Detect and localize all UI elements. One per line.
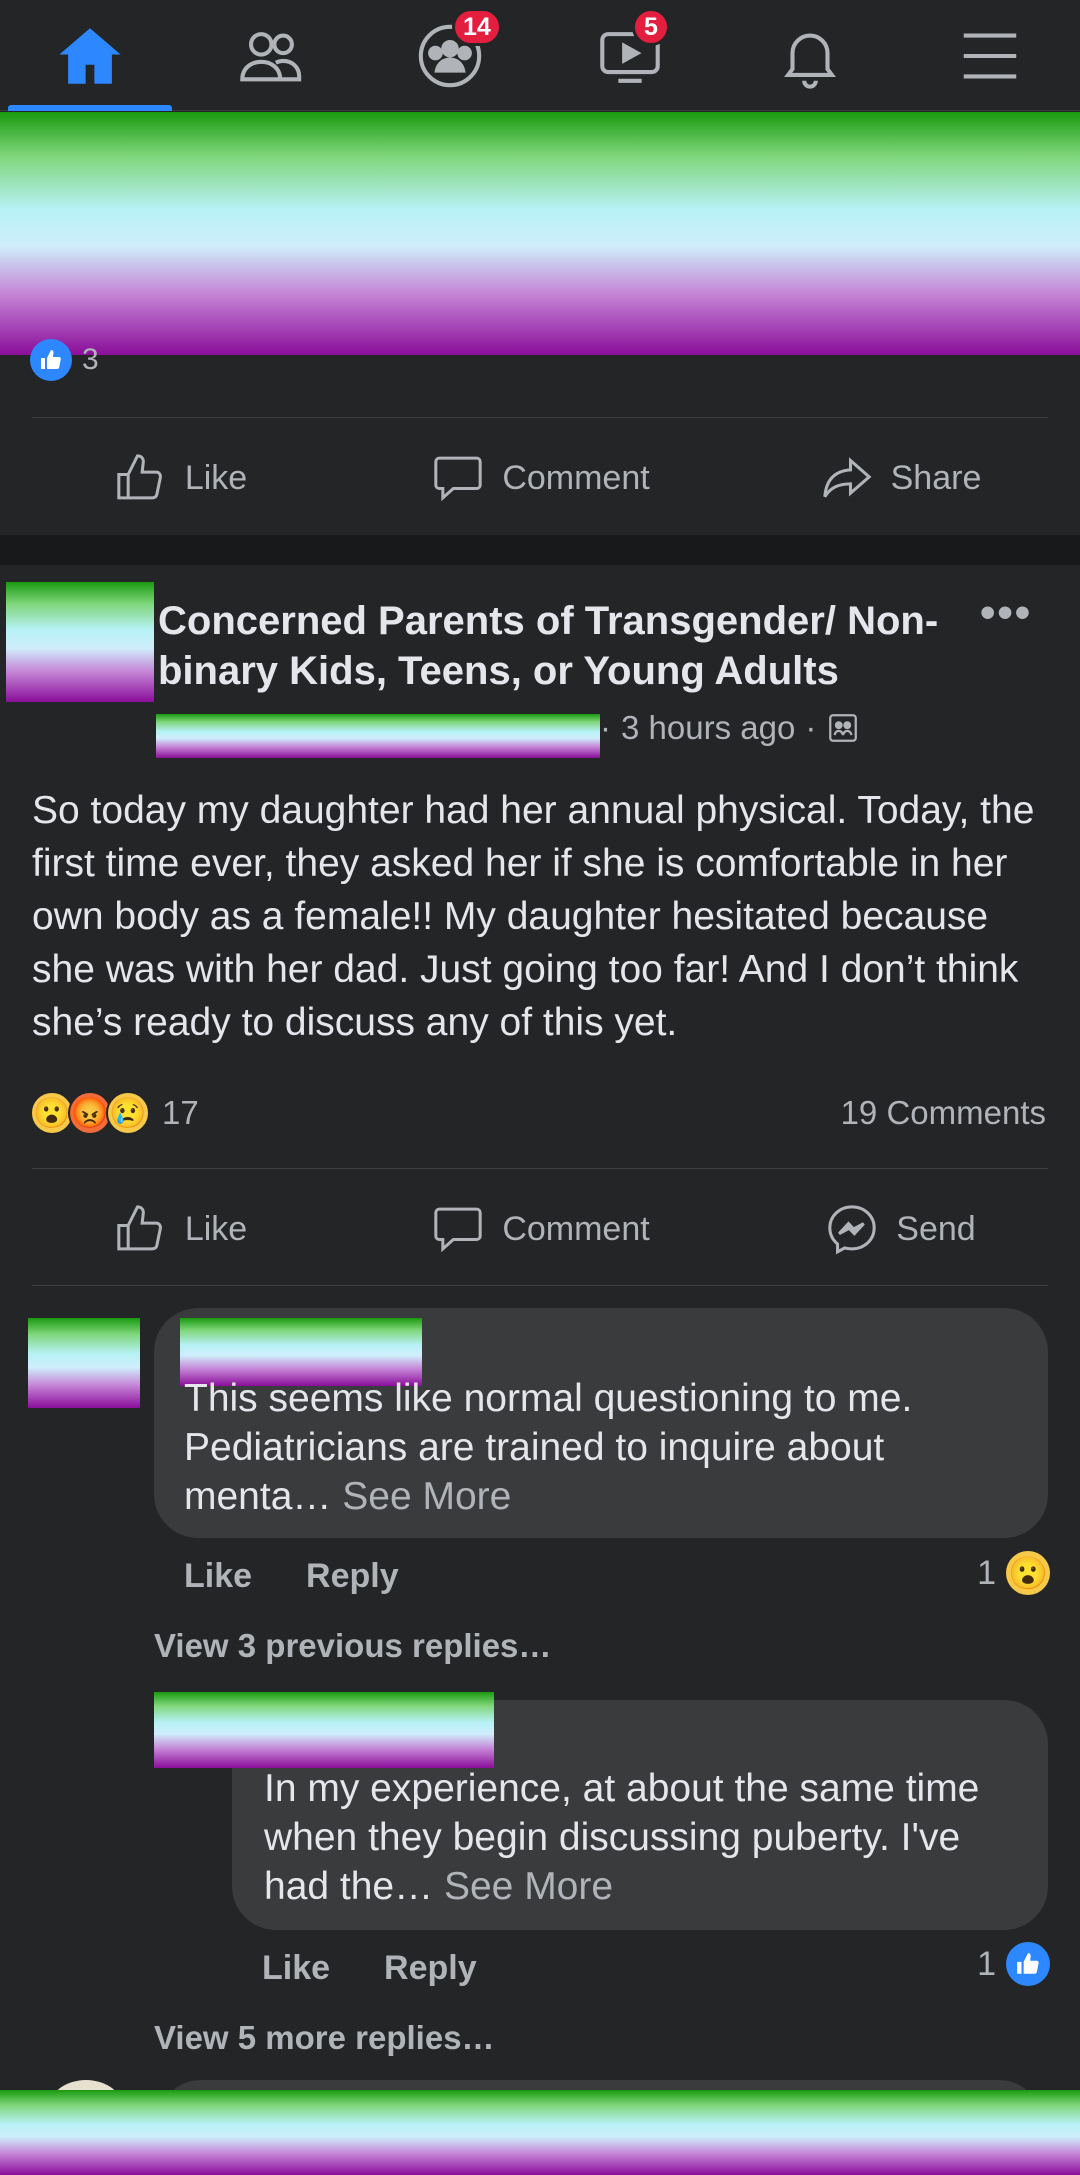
group-avatar[interactable] (6, 582, 154, 702)
comment-actions: Like Reply (184, 1557, 399, 1596)
nav-home[interactable] (0, 0, 180, 111)
reply-reaction-count: 1 (977, 1944, 996, 1983)
author-name-redacted[interactable] (156, 714, 600, 758)
top-nav: 14 5 (0, 0, 1080, 111)
prev-comment-button[interactable]: Comment (360, 423, 720, 533)
thumbs-up-icon (117, 454, 162, 500)
see-more-link[interactable]: See More (444, 1865, 613, 1908)
nav-watch[interactable]: 5 (540, 0, 720, 111)
prev-post-reactions[interactable]: 3 (30, 339, 99, 381)
comment-reaction-count: 1 (977, 1553, 996, 1592)
nav-groups[interactable]: 14 (360, 0, 540, 111)
see-more-link[interactable]: See More (342, 1475, 511, 1518)
divider (32, 1285, 1048, 1286)
facebook-feed: 14 5 3 Like Comment Share Concerned Pare… (0, 0, 1080, 2175)
redacted-banner (0, 112, 1080, 355)
messenger-icon (828, 1205, 876, 1255)
comment-button[interactable]: Comment (360, 1174, 720, 1284)
reply-reply-button[interactable]: Reply (384, 1949, 477, 1988)
share-icon (822, 457, 872, 498)
comment-icon (434, 1207, 482, 1253)
post-action-bar: Like Comment Send (0, 1174, 1080, 1284)
post-meta: · 3 hours ago · (600, 708, 860, 748)
like-label: Like (184, 1209, 248, 1248)
comment-text-content: This seems like normal questioning to me… (184, 1377, 913, 1518)
comment-text: This seems like normal questioning to me… (184, 1374, 1024, 1521)
send-label: Send (896, 1209, 976, 1248)
reactions-count: 17 (162, 1094, 199, 1131)
reply-text: In my experience, at about the same time… (264, 1764, 1024, 1911)
bell-icon (784, 33, 836, 89)
comment-label: Comment (502, 1209, 650, 1248)
prev-share-button[interactable]: Share (720, 423, 1080, 533)
comment-like-button[interactable]: Like (184, 1557, 252, 1596)
meta-dot: · (805, 709, 817, 746)
reply-actions: Like Reply (262, 1949, 477, 1988)
like-reaction-icon (1006, 1942, 1050, 1986)
comment-label: Comment (502, 458, 650, 497)
prev-post-reaction-count: 3 (82, 343, 99, 376)
comment-bubble: This seems like normal questioning to me… (154, 1308, 1048, 1538)
share-label: Share (890, 458, 982, 497)
nav-menu[interactable] (900, 0, 1080, 111)
comment-icon (434, 456, 482, 502)
divider (32, 417, 1048, 418)
wow-reaction-icon: 😮 (1006, 1551, 1050, 1595)
view-previous-replies[interactable]: View 3 previous replies… (154, 1627, 551, 1665)
like-reaction-icon (30, 339, 72, 381)
replier-name-redacted[interactable] (154, 1692, 494, 1768)
friends-icon (240, 31, 302, 81)
thumbs-up-icon (117, 1205, 162, 1251)
post-time[interactable]: 3 hours ago (621, 709, 795, 747)
feed-separator (0, 535, 1080, 565)
watch-badge: 5 (632, 8, 670, 46)
divider (32, 1168, 1048, 1169)
reactions-summary[interactable]: 😮 😡 😢 17 (30, 1090, 199, 1136)
post-body: So today my daughter had her annual phys… (32, 789, 1035, 1044)
commenter-avatar[interactable] (28, 1318, 140, 1408)
redacted-footer (0, 2090, 1080, 2175)
prev-like-button[interactable]: Like (0, 423, 360, 533)
active-tab-indicator (8, 105, 172, 111)
nav-notifications[interactable] (720, 0, 900, 111)
more-options-icon[interactable]: ••• (980, 591, 1040, 638)
sad-reaction-icon: 😢 (106, 1091, 150, 1135)
comments-count[interactable]: 19 Comments (841, 1090, 1046, 1136)
reply-text-content: In my experience, at about the same time… (264, 1767, 980, 1908)
send-button[interactable]: Send (720, 1174, 1080, 1284)
prev-post-action-bar: Like Comment Share (0, 423, 1080, 533)
group-audience-icon (829, 714, 858, 742)
nav-friends[interactable] (180, 0, 360, 111)
meta-dot: · (600, 709, 611, 746)
reply-reaction[interactable]: 1 (977, 1942, 1050, 1986)
like-button[interactable]: Like (0, 1174, 360, 1284)
comment-reaction[interactable]: 1 😮 (977, 1551, 1050, 1595)
like-label: Like (184, 458, 248, 497)
groups-badge: 14 (452, 8, 502, 46)
hamburger-menu-icon (963, 33, 1017, 78)
comment-reply-button[interactable]: Reply (306, 1557, 399, 1596)
view-more-replies[interactable]: View 5 more replies… (154, 2019, 495, 2057)
reply-like-button[interactable]: Like (262, 1949, 330, 1988)
home-icon (59, 27, 121, 84)
group-name[interactable]: Concerned Parents of Transgender/ Non-bi… (158, 596, 958, 696)
